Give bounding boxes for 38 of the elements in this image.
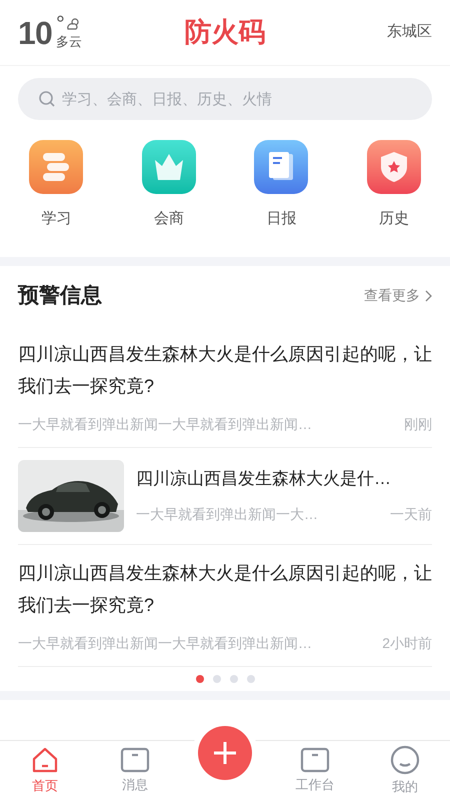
weather-text: 多云: [56, 35, 82, 48]
degree-sign: °: [56, 13, 65, 35]
shortcut-label[interactable]: 学习: [41, 208, 72, 230]
news-time: 一天前: [390, 505, 432, 524]
smile-icon: [390, 744, 420, 775]
home-icon: [31, 746, 59, 774]
news-time: 2小时前: [382, 634, 432, 652]
news-item[interactable]: 四川凉山西昌发生森林大火是什么原因引起的呢，让我们去一探究竟? 一大早就看到弹出新闻一大早就看到弹出新闻… 2小时前: [18, 544, 432, 666]
news-summary: 一大早就看到弹出新闻一大早就看到弹出新闻…: [18, 634, 312, 652]
news-title: 四川凉山西昌发生森林大火是什…: [136, 468, 392, 490]
inbox-icon: [120, 746, 150, 773]
cloud-sun-icon: [64, 17, 81, 31]
news-summary: 一大早就看到弹出新闻一大…: [136, 505, 318, 524]
plus-icon: [212, 740, 238, 766]
report-icon: [254, 140, 308, 194]
location-text[interactable]: 东城区: [342, 21, 432, 44]
inbox-icon: [300, 746, 330, 773]
search-field[interactable]: 学习、会商、日报、历史、火情: [18, 78, 432, 120]
shortcut-label[interactable]: 会商: [154, 208, 184, 230]
add-button[interactable]: [198, 726, 252, 780]
shield-icon: [366, 140, 421, 194]
shortcut-label[interactable]: 历史: [378, 208, 409, 230]
shortcut-label[interactable]: 日报: [266, 208, 296, 230]
news-item[interactable]: 四川凉山西昌发生森林大火是什么原因引起的呢，让我们去一探究竟? 一大早就看到弹出新闻一大早就看到弹出新闻… 刚刚: [18, 326, 432, 448]
books-icon: [29, 140, 84, 194]
tab-item[interactable]: 首页: [0, 741, 90, 800]
chevron-right-icon: [424, 290, 432, 302]
search-icon: [38, 90, 56, 108]
news-summary: 一大早就看到弹出新闻一大早就看到弹出新闻…: [18, 414, 312, 434]
crown-icon: [142, 140, 196, 194]
more-link[interactable]: 查看更多: [364, 285, 432, 306]
news-title: 四川凉山西昌发生森林大火是什么原因引起的呢，让我们去一探究竟?: [18, 342, 432, 398]
temperature: 10: [18, 14, 52, 52]
app-title: 防火码: [184, 16, 266, 50]
section-title: 预警信息: [18, 282, 102, 309]
news-title: 四川凉山西昌发生森林大火是什么原因引起的呢，让我们去一探究竟?: [18, 562, 432, 616]
news-item[interactable]: 四川凉山西昌发生森林大火是什… 一大早就看到弹出新闻一大… 一天前: [18, 448, 432, 544]
news-time: 刚刚: [404, 414, 432, 434]
